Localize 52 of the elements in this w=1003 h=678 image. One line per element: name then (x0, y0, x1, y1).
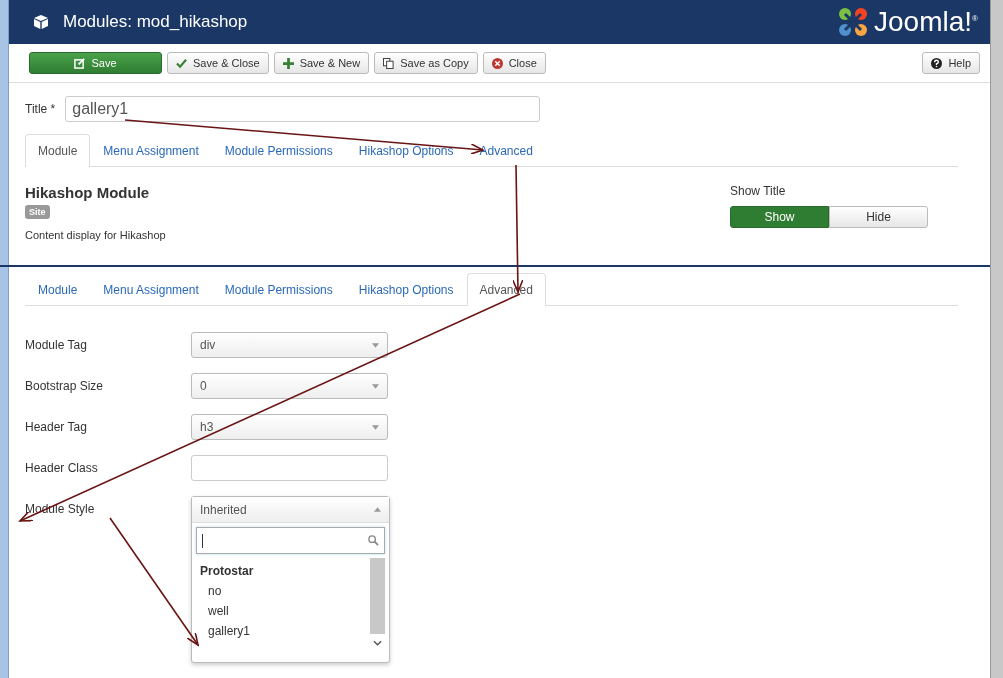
tab[interactable]: Module Permissions (211, 273, 346, 306)
copy-icon (383, 57, 395, 69)
tab[interactable]: Module (25, 134, 91, 167)
select-field[interactable]: h3 (191, 414, 388, 440)
tab[interactable]: Module (25, 273, 91, 306)
cube-icon (33, 14, 49, 30)
help-icon (931, 57, 943, 69)
caret-icon (372, 342, 379, 348)
title-input[interactable]: gallery1 (65, 96, 541, 122)
close-icon (491, 57, 503, 69)
check-icon (176, 57, 187, 69)
select-field[interactable]: div (191, 332, 388, 358)
caret-icon (372, 383, 379, 389)
logo-text: Joomla!$^{®}$ (874, 6, 978, 38)
module-description: Content display for Hikashop (25, 229, 166, 241)
title-label: Title * (25, 102, 56, 116)
search-field[interactable] (196, 527, 385, 554)
toolbar-button[interactable]: Save (29, 52, 162, 74)
toolbar-button[interactable]: Save & New (273, 52, 370, 74)
field-label: Header Tag (25, 419, 88, 436)
plus-icon (282, 57, 294, 69)
show-title-label: Show Title (730, 184, 787, 198)
site-badge: Site (25, 205, 50, 219)
dropdown-option[interactable]: well (196, 604, 370, 618)
toolbar-button[interactable]: Save & Close (167, 52, 269, 74)
toggle-option[interactable]: Hide (829, 206, 928, 228)
page-title: Modules: mod_hikashop (63, 12, 249, 32)
search-icon (368, 535, 379, 546)
option-group-label: Protostar (199, 564, 255, 578)
field-label: Module Tag (25, 337, 88, 354)
dropdown-option[interactable]: gallery1 (196, 624, 370, 638)
tab[interactable]: Menu Assignment (90, 134, 212, 167)
caret-icon (374, 507, 381, 512)
dropdown-option[interactable]: no (196, 584, 370, 598)
tab[interactable]: Menu Assignment (90, 273, 212, 306)
text-field[interactable] (191, 455, 388, 481)
caret-icon (372, 424, 379, 430)
edit-icon (74, 57, 86, 69)
toggle-option[interactable]: Show (730, 206, 829, 228)
tab[interactable]: Module Permissions (211, 134, 346, 167)
tab[interactable]: Hikashop Options (345, 134, 467, 167)
module-name: Hikashop Module (25, 184, 150, 201)
field-label: Bootstrap Size (25, 378, 105, 395)
select-field[interactable]: 0 (191, 373, 388, 399)
help-button[interactable]: Help (922, 52, 980, 74)
toolbar-button[interactable]: Save as Copy (374, 52, 478, 74)
toolbar-button[interactable]: Close (482, 52, 546, 74)
select-field[interactable]: Inherited (192, 497, 389, 523)
chevron-icon (373, 640, 382, 646)
tab[interactable]: Advanced (466, 134, 546, 167)
field-label: Header Class (25, 460, 99, 477)
tab[interactable]: Hikashop Options (345, 273, 467, 306)
